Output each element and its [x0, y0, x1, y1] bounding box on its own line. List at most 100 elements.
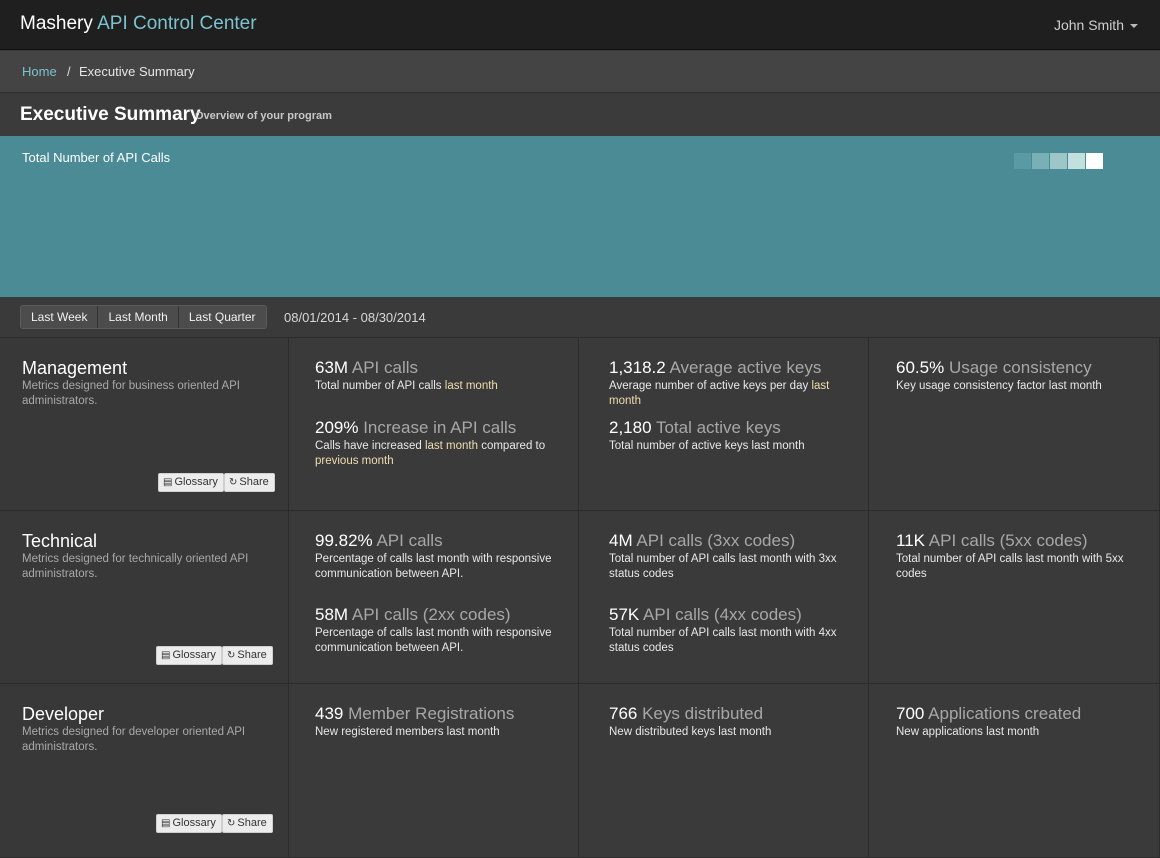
- metric-block: 209% Increase in API calls Calls have inc…: [315, 418, 565, 469]
- metric-description: Total number of active keys last month: [609, 439, 855, 454]
- share-icon: ↻: [227, 818, 236, 829]
- metric-value: 4M: [609, 531, 637, 550]
- description-text: Percentage of calls last month with resp…: [315, 553, 552, 580]
- page-title: Executive Summary: [20, 104, 201, 125]
- metric-column: 11K API calls (5xx codes) Total number of…: [869, 511, 1160, 683]
- metric-label: Average active keys: [669, 358, 822, 377]
- brand-logo[interactable]: Mashery API Control Center: [20, 13, 257, 35]
- metric-heading: 1,318.2 Average active keys: [609, 358, 855, 378]
- metric-heading: 11K API calls (5xx codes): [896, 531, 1146, 551]
- metric-block: 439 Member Registrations New registered m…: [315, 704, 565, 740]
- legend-swatch: [1014, 153, 1031, 169]
- description-text: Total number of API calls last month wit…: [609, 553, 837, 580]
- metric-value: 1,318.2: [609, 358, 670, 377]
- breadcrumb: Home / Executive Summary: [0, 51, 1160, 93]
- description-text: New applications last month: [896, 726, 1040, 738]
- glossary-button[interactable]: ▤ Glossary: [156, 814, 222, 833]
- section-description: Metrics designed for technically oriente…: [22, 553, 249, 580]
- share-button[interactable]: ↻ Share: [222, 814, 273, 833]
- glossary-button[interactable]: ▤ Glossary: [156, 646, 222, 665]
- glossary-button[interactable]: ▤ Glossary: [158, 473, 224, 492]
- metric-heading: 4M API calls (3xx codes): [609, 531, 855, 551]
- brand-name: Mashery: [20, 13, 93, 34]
- section-description: Metrics designed for developer oriented …: [22, 726, 246, 753]
- metric-value: 2,180: [609, 418, 656, 437]
- section-title: Management: [22, 358, 128, 378]
- book-icon: ▤: [163, 477, 173, 488]
- glossary-label: Glossary: [172, 817, 216, 829]
- share-button[interactable]: ↻ Share: [222, 646, 273, 665]
- user-name: John Smith: [1053, 17, 1124, 33]
- metric-value: 700: [896, 704, 929, 723]
- metric-label: API calls (2xx codes): [351, 605, 511, 624]
- metric-heading: 209% Increase in API calls: [315, 418, 565, 438]
- metric-description: New applications last month: [896, 725, 1146, 740]
- metric-label: API calls: [376, 531, 443, 550]
- metric-description: Percentage of calls last month with resp…: [315, 626, 565, 656]
- legend-swatch: [1086, 153, 1103, 169]
- book-icon: ▤: [161, 650, 171, 661]
- page-header: Executive Summary Overview of your progr…: [0, 94, 1160, 136]
- description-text: Average number of active keys per day: [609, 380, 812, 392]
- metric-value: 439: [315, 704, 349, 723]
- legend-swatch: [1050, 153, 1067, 169]
- last-week-button[interactable]: Last Week: [21, 306, 99, 328]
- section-description: Metrics designed for business oriented A…: [22, 380, 240, 407]
- date-range-text: 08/01/2014 - 08/30/2014: [284, 310, 426, 325]
- book-icon: ▤: [161, 818, 171, 829]
- breadcrumb-separator: /: [67, 64, 71, 79]
- breadcrumb-home-link[interactable]: Home: [22, 64, 57, 79]
- brand-product: API Control Center: [97, 13, 257, 34]
- metric-block: 4M API calls (3xx codes) Total number of …: [609, 531, 855, 582]
- description-text: Total number of active keys last month: [609, 440, 805, 452]
- metric-label: Applications created: [928, 704, 1082, 723]
- highlight-text: previous month: [315, 455, 394, 467]
- description-text: Total number of API calls last month wit…: [896, 553, 1124, 580]
- metric-heading: 58M API calls (2xx codes): [315, 605, 565, 625]
- metric-value: 57K: [609, 605, 644, 624]
- chevron-down-icon: [1130, 24, 1138, 29]
- glossary-label: Glossary: [172, 649, 216, 661]
- metric-block: 766 Keys distributed New distributed keys…: [609, 704, 855, 740]
- metric-heading: 99.82% API calls: [315, 531, 565, 551]
- last-quarter-button[interactable]: Last Quarter: [178, 306, 266, 328]
- range-button-group: Last Week Last Month Last Quarter: [20, 305, 267, 329]
- description-text: New distributed keys last month: [609, 726, 772, 738]
- metric-heading: 57K API calls (4xx codes): [609, 605, 855, 625]
- metric-value: 58M: [315, 605, 352, 624]
- heatmap-svg: JanuaryFebruaryMarchAprilMayJuneJulyAugu…: [1014, 153, 1103, 169]
- metric-value: 63M: [315, 358, 352, 377]
- metric-column: 439 Member Registrations New registered m…: [290, 684, 579, 857]
- metric-label: API calls (4xx codes): [643, 605, 802, 624]
- metric-block: 63M API calls Total number of API calls l…: [315, 358, 565, 394]
- metric-value: 766: [609, 704, 643, 723]
- metric-block: 2,180 Total active keys Total number of a…: [609, 418, 855, 454]
- description-text: Total number of API calls: [315, 380, 445, 392]
- metric-label: Usage consistency: [948, 358, 1092, 377]
- metric-label: Total active keys: [655, 418, 781, 437]
- share-button[interactable]: ↻ Share: [224, 473, 275, 492]
- metric-heading: 439 Member Registrations: [315, 704, 565, 724]
- top-navbar: Mashery API Control Center John Smith: [0, 0, 1160, 50]
- metric-heading: 700 Applications created: [896, 704, 1146, 724]
- metric-column: 700 Applications created New applications…: [869, 684, 1160, 857]
- metric-heading: 2,180 Total active keys: [609, 418, 855, 438]
- date-range-bar: Last Week Last Month Last Quarter 08/01/…: [0, 297, 1160, 338]
- share-label: Share: [239, 476, 269, 488]
- user-menu[interactable]: John Smith: [1054, 17, 1138, 33]
- description-text: Calls have increased: [315, 440, 425, 452]
- metric-block: 60.5% Usage consistency Key usage consist…: [896, 358, 1146, 394]
- metric-label: API calls (5xx codes): [928, 531, 1088, 550]
- share-label: Share: [237, 649, 267, 661]
- share-icon: ↻: [227, 650, 236, 661]
- breadcrumb-current: Executive Summary: [79, 64, 195, 79]
- metric-block: 99.82% API calls Percentage of calls last…: [315, 531, 565, 582]
- metric-column: 99.82% API calls Percentage of calls last…: [290, 511, 579, 683]
- glossary-label: Glossary: [174, 476, 218, 488]
- metric-heading: 766 Keys distributed: [609, 704, 855, 724]
- metric-description: Total number of API calls last month wit…: [609, 626, 855, 656]
- metric-description: Percentage of calls last month with resp…: [315, 552, 565, 582]
- highlight-text: last month: [424, 440, 479, 452]
- last-month-button[interactable]: Last Month: [98, 306, 179, 328]
- description-text: Percentage of calls last month with resp…: [315, 627, 552, 654]
